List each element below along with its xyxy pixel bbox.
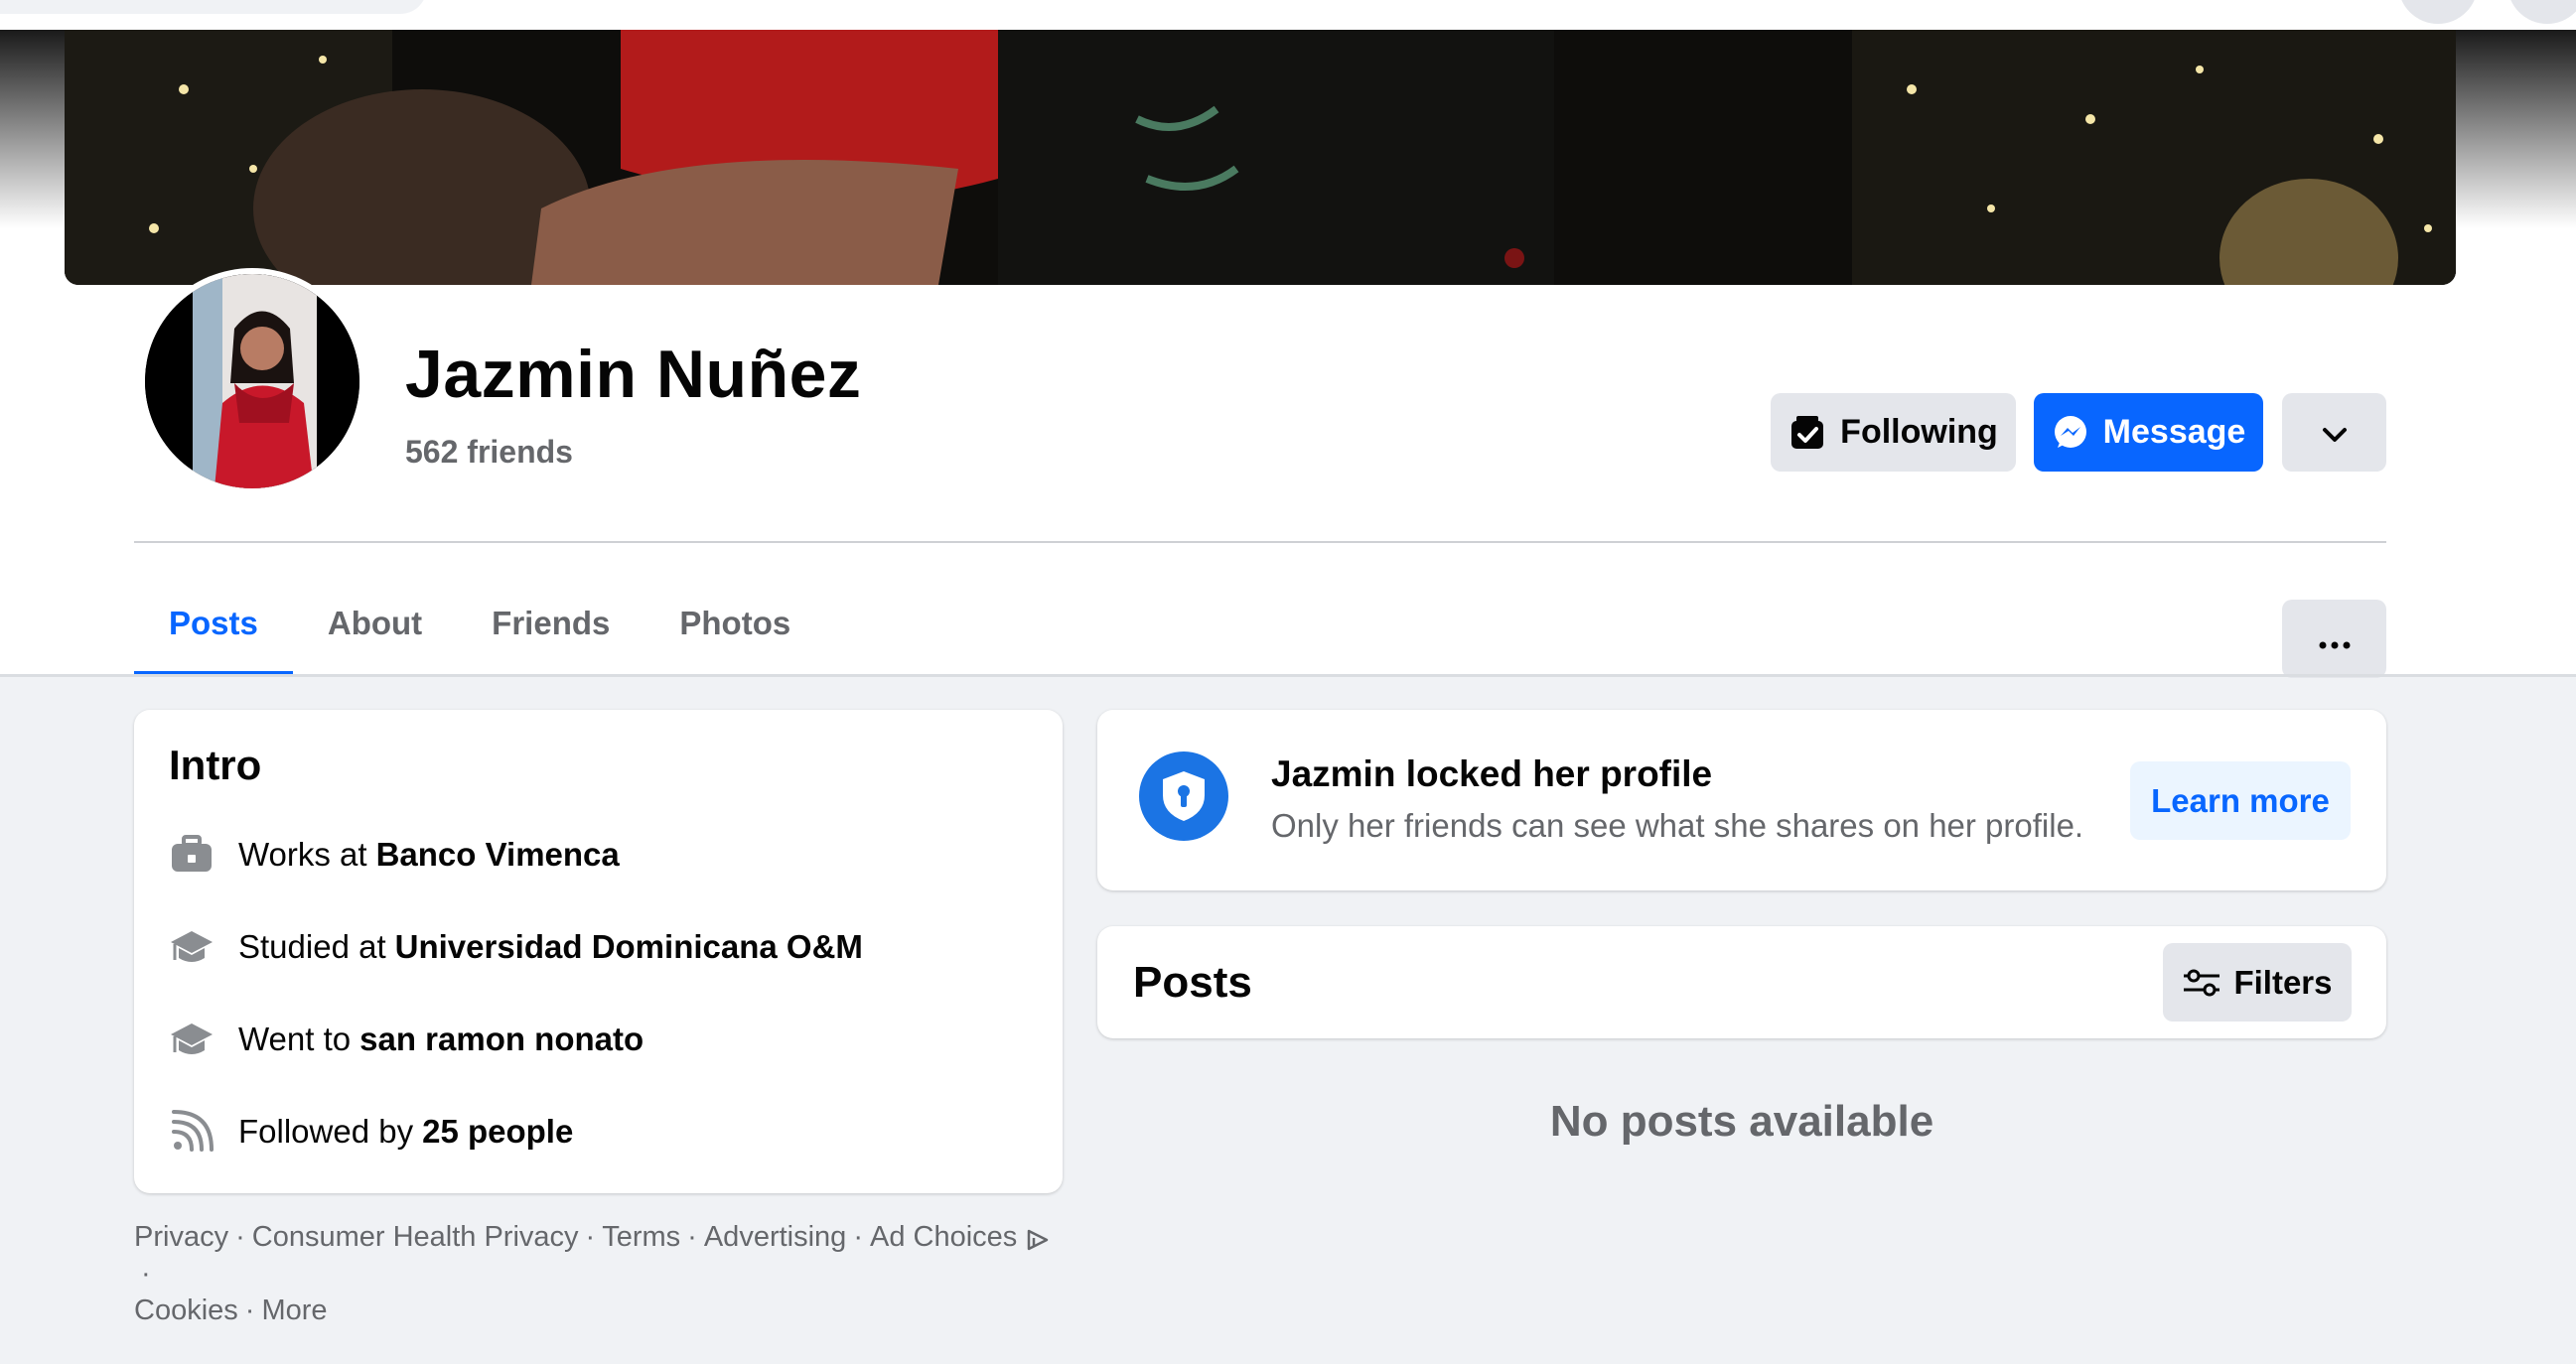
footer-link-cookies[interactable]: Cookies [134,1295,238,1326]
following-label: Following [1840,413,1998,451]
footer-links: Privacy · Consumer Health Privacy · Terms · Ad… [134,1219,1063,1329]
posts-title: Posts [1133,958,1252,1007]
chevron-down-icon [2322,413,2348,452]
intro-went-to-value[interactable]: san ramon nonato [359,1021,644,1058]
intro-item-went-to: Went to san ramon nonato [169,1014,644,1065]
messenger-icon [2052,414,2089,452]
top-navigation-bar [0,0,2576,30]
shield-lock-icon [1139,751,1228,841]
intro-work-prefix: Works at [238,836,367,873]
footer-link-advertising[interactable]: Advertising [704,1221,846,1253]
message-label: Message [2102,413,2246,451]
intro-card: Intro Works at Banco Vimenca Studied at … [134,710,1063,1193]
no-posts-message: No posts available [1549,1097,1934,1146]
friends-count[interactable]: 562 friends [405,434,573,471]
header-divider [134,541,2386,543]
intro-studied-value[interactable]: Universidad Dominicana O&M [395,928,863,966]
nav-button-edge[interactable] [2398,0,2478,24]
tab-about[interactable]: About [293,571,457,676]
posts-header-card: Posts Filters [1097,926,2386,1038]
following-check-icon [1789,414,1826,452]
footer-separator: · [141,1258,151,1290]
tab-friends[interactable]: Friends [457,571,644,676]
footer-link-ad-choices[interactable]: Ad Choices [870,1221,1017,1253]
locked-profile-card: Jazmin locked her profile Only her frien… [1097,710,2386,890]
following-button[interactable]: Following [1771,393,2016,472]
filters-label: Filters [2233,963,2333,1001]
graduation-cap-icon [169,924,215,970]
graduation-cap-icon [169,1017,215,1062]
sliders-icon [2182,963,2221,1003]
profile-options-dropdown[interactable] [2282,393,2386,472]
intro-studied-prefix: Studied at [238,928,386,965]
ad-choices-icon [1025,1221,1051,1253]
profile-header: Jazmin Nuñez 562 friends Following Messa… [0,30,2576,678]
header-shadow [0,674,2576,677]
profile-name: Jazmin Nuñez [405,337,862,412]
intro-went-to-prefix: Went to [238,1021,352,1057]
intro-followers-prefix: Followed by [238,1113,414,1150]
briefcase-icon [169,832,215,878]
tab-photos[interactable]: Photos [644,571,825,676]
nav-button-edge[interactable] [2507,0,2576,24]
footer-link-consumer-health-privacy[interactable]: Consumer Health Privacy [252,1221,579,1253]
locked-profile-title: Jazmin locked her profile [1271,753,1713,794]
footer-separator: · [585,1221,596,1253]
intro-item-followers: Followed by 25 people [169,1106,573,1158]
footer-separator: · [244,1295,255,1326]
intro-title: Intro [169,742,262,788]
footer-link-terms[interactable]: Terms [602,1221,680,1253]
footer-separator: · [235,1221,245,1253]
intro-work-value[interactable]: Banco Vimenca [376,836,620,874]
intro-item-work: Works at Banco Vimenca [169,829,620,881]
more-options-button[interactable] [2282,600,2386,678]
intro-followers-value[interactable]: 25 people [422,1113,573,1151]
profile-avatar[interactable] [139,268,365,494]
cover-photo[interactable] [65,30,2456,285]
tab-posts[interactable]: Posts [134,571,293,676]
locked-profile-subtitle: Only her friends can see what she shares… [1271,807,2084,844]
learn-more-button[interactable]: Learn more [2130,761,2351,840]
footer-separator: · [687,1221,697,1253]
intro-item-studied: Studied at Universidad Dominicana O&M [169,921,863,973]
footer-link-privacy[interactable]: Privacy [134,1221,228,1253]
filters-button[interactable]: Filters [2163,943,2352,1022]
rss-icon [169,1109,215,1155]
footer-separator: · [853,1221,863,1253]
message-button[interactable]: Message [2034,393,2263,472]
search-bar-edge[interactable] [0,0,427,14]
profile-tabs: Posts About Friends Photos [134,571,825,676]
ellipsis-icon [2319,619,2351,658]
footer-link-more[interactable]: More [261,1295,327,1326]
